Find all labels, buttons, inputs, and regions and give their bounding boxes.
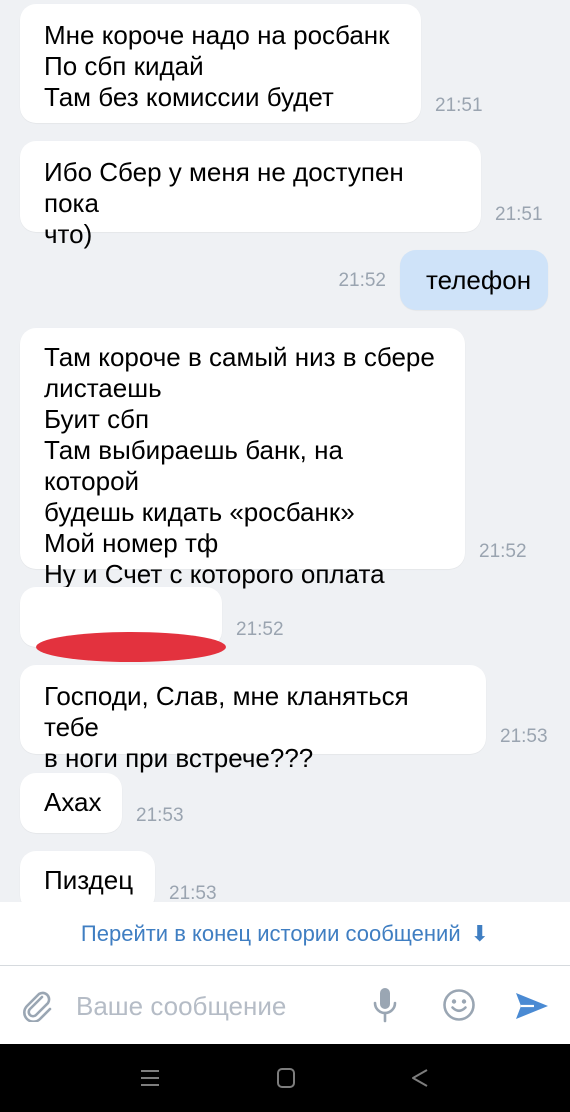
message-time: 21:52 (236, 619, 284, 640)
back-icon[interactable] (408, 1066, 432, 1095)
message-time: 21:53 (500, 726, 548, 747)
message-incoming[interactable]: Мне короче надо на росбанк По сбп кидай … (20, 4, 483, 123)
message-composer: Ваше сообщение (0, 966, 570, 1044)
message-time: 21:53 (169, 883, 217, 902)
message-time: 21:52 (479, 541, 527, 562)
message-bubble: Ибо Сбер у меня не доступен пока что) (20, 141, 481, 249)
message-bubble: Ахах (20, 773, 122, 833)
message-history[interactable]: Мне короче надо на росбанк По сбп кидай … (0, 0, 570, 902)
redaction-mark (36, 632, 226, 662)
message-input[interactable]: Ваше сообщение (76, 991, 286, 1022)
message-outgoing[interactable]: 21:52 телефон (338, 250, 548, 310)
message-bubble: телефон (400, 250, 548, 310)
system-nav-bar (0, 1044, 570, 1112)
message-bubble: Господи, Слав, мне кланяться тебе в ноги… (20, 665, 486, 773)
smile-icon[interactable] (442, 988, 476, 1022)
message-time: 21:51 (495, 204, 543, 225)
message-incoming[interactable]: Ахах 21:53 (20, 773, 184, 833)
message-incoming[interactable]: Господи, Слав, мне кланяться тебе в ноги… (20, 665, 548, 773)
message-bubble: Мне короче надо на росбанк По сбп кидай … (20, 4, 421, 123)
message-incoming[interactable]: 21:52 (20, 587, 284, 662)
message-incoming[interactable]: Ибо Сбер у меня не доступен пока что) 21… (20, 141, 543, 249)
message-bubble (20, 587, 226, 662)
message-time: 21:53 (136, 805, 184, 826)
home-icon[interactable] (274, 1066, 298, 1095)
jump-to-end-button[interactable]: Перейти в конец истории сообщений ⬇ (0, 902, 570, 966)
paperclip-icon[interactable] (20, 988, 54, 1023)
message-incoming[interactable]: Там короче в самый низ в сбере листаешь … (20, 328, 527, 589)
microphone-icon[interactable] (370, 986, 400, 1024)
message-incoming[interactable]: Пиздец 21:53 (20, 851, 217, 902)
jump-to-end-label: Перейти в конец истории сообщений (80, 920, 461, 946)
menu-icon[interactable] (138, 1066, 162, 1095)
message-bubble: Там короче в самый низ в сбере листаешь … (20, 328, 465, 589)
message-bubble: Пиздец (20, 851, 155, 902)
send-icon[interactable] (514, 990, 550, 1022)
message-time: 21:51 (435, 95, 483, 116)
arrow-down-icon: ⬇ (470, 920, 490, 946)
message-time: 21:52 (338, 270, 386, 291)
